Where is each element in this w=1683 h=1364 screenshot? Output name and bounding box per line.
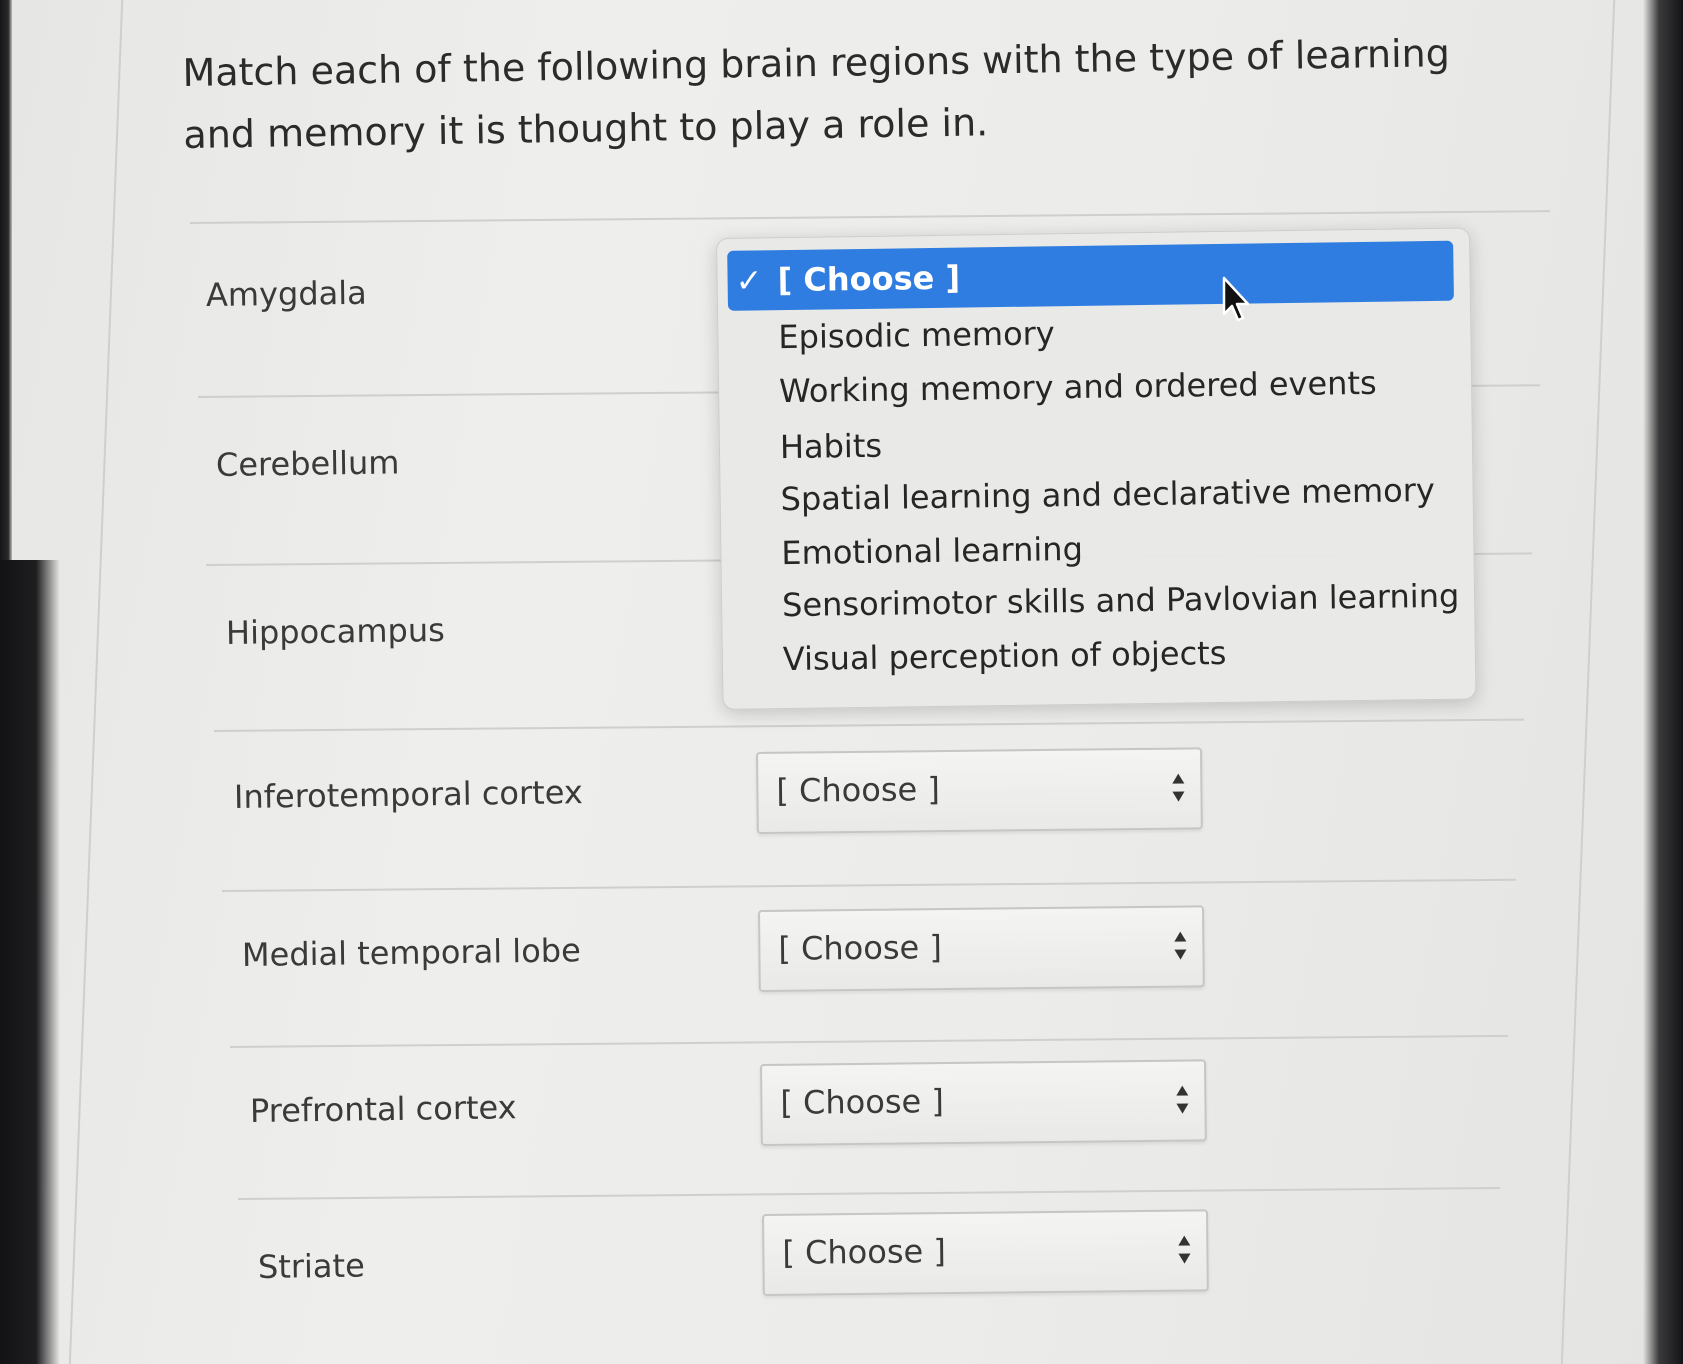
monitor-bezel-left: [0, 560, 60, 1364]
select-inferotemporal-cortex[interactable]: [ Choose ]: [756, 747, 1203, 834]
row-label-amygdala: Amygdala: [205, 273, 367, 314]
question-text: Match each of the following brain region…: [182, 31, 1451, 157]
row-label-medial-temporal-lobe: Medial temporal lobe: [241, 931, 581, 974]
select-medial-temporal-lobe[interactable]: [ Choose ]: [758, 905, 1205, 992]
dropdown-option-visual-perception[interactable]: Visual perception of objects: [732, 621, 1459, 689]
dropdown-option-label: [ Choose ]: [777, 258, 961, 300]
select-arrows-icon: [1176, 1085, 1189, 1114]
select-value: [ Choose ]: [782, 1232, 947, 1272]
select-striate[interactable]: [ Choose ]: [762, 1209, 1209, 1296]
row-label-prefrontal-cortex: Prefrontal cortex: [249, 1088, 517, 1130]
select-value: [ Choose ]: [780, 1082, 945, 1122]
monitor-bezel-right: [1643, 0, 1683, 1364]
mouse-pointer-icon: [1222, 276, 1250, 322]
select-arrows-icon: [1174, 931, 1187, 960]
row-label-striate: Striate: [257, 1246, 366, 1286]
row-label-cerebellum: Cerebellum: [215, 443, 400, 484]
screen: Match each of the following brain region…: [0, 0, 1683, 1364]
row-label-inferotemporal-cortex: Inferotemporal cortex: [233, 773, 583, 816]
select-prefrontal-cortex[interactable]: [ Choose ]: [760, 1059, 1207, 1146]
select-value: [ Choose ]: [778, 928, 943, 968]
select-arrows-icon: [1172, 773, 1185, 802]
select-value: [ Choose ]: [776, 770, 941, 810]
open-dropdown-menu[interactable]: ✓ [ Choose ] Episodic memory Working mem…: [716, 227, 1477, 710]
row-label-hippocampus: Hippocampus: [225, 610, 446, 652]
select-arrows-icon: [1178, 1235, 1191, 1264]
checkmark-icon: ✓: [735, 261, 763, 300]
